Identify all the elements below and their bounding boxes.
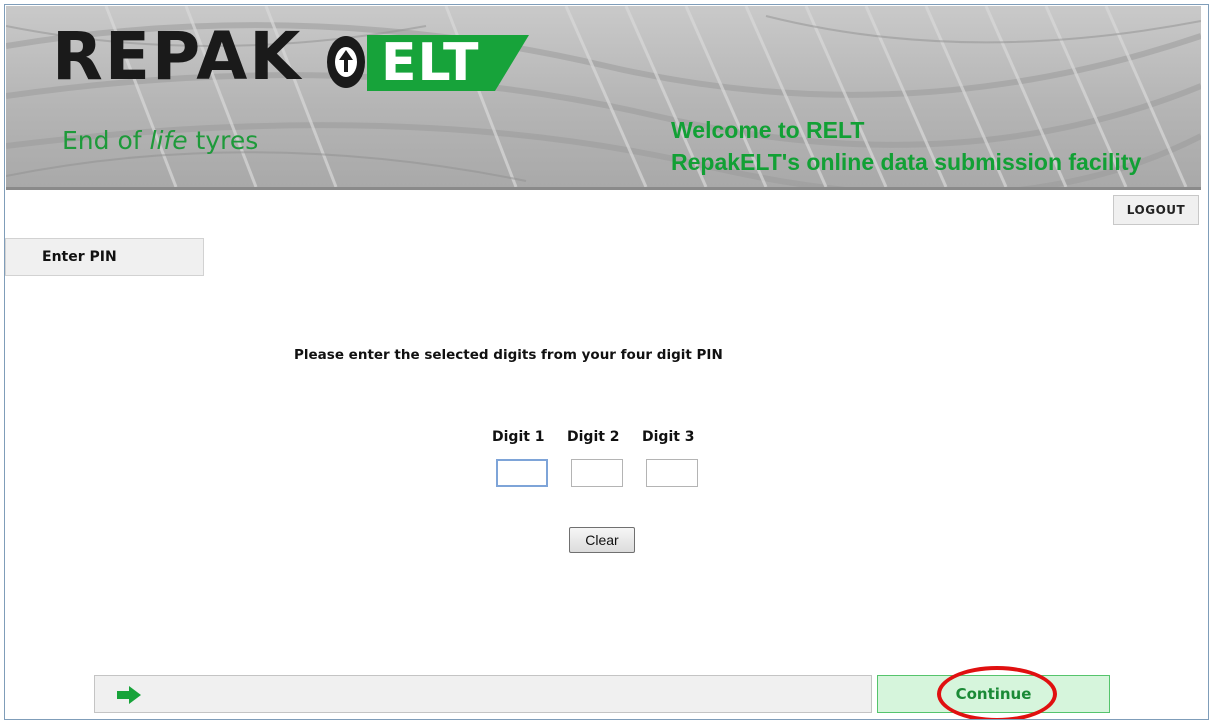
digit-3-label: Digit 3 bbox=[642, 429, 695, 445]
header-banner: REPAK ELT End of life tyres Welcome to R… bbox=[6, 6, 1201, 190]
pin-instruction: Please enter the selected digits from yo… bbox=[294, 347, 723, 363]
welcome-subtitle: RepakELT's online data submission facili… bbox=[671, 149, 1142, 175]
continue-button[interactable]: Continue bbox=[877, 675, 1110, 713]
app-window: REPAK ELT End of life tyres Welcome to R… bbox=[4, 4, 1209, 720]
tagline-emphasis: life bbox=[149, 126, 188, 155]
tagline-end: tyres bbox=[187, 126, 259, 155]
welcome-message: Welcome to RELT RepakELT's online data s… bbox=[671, 114, 1141, 178]
tyre-logo-icon bbox=[327, 36, 365, 88]
tagline-start: End of bbox=[62, 126, 150, 155]
logout-button[interactable]: LOGOUT bbox=[1113, 195, 1199, 225]
digit-2-input[interactable] bbox=[571, 459, 623, 487]
tagline: End of life tyres bbox=[62, 126, 258, 155]
footer-status-bar bbox=[94, 675, 872, 713]
digit-1-label: Digit 1 bbox=[492, 429, 545, 445]
digit-1-input[interactable] bbox=[496, 459, 548, 487]
logo-elt-text: ELT bbox=[381, 33, 480, 93]
welcome-title: Welcome to RELT bbox=[671, 117, 865, 143]
clear-button[interactable]: Clear bbox=[569, 527, 635, 553]
logo-elt-badge: ELT bbox=[367, 35, 529, 91]
right-arrow-icon bbox=[117, 686, 141, 704]
digit-3-input[interactable] bbox=[646, 459, 698, 487]
digit-2-label: Digit 2 bbox=[567, 429, 620, 445]
logo-wordmark: REPAK bbox=[52, 18, 303, 95]
tab-enter-pin[interactable]: Enter PIN bbox=[5, 238, 204, 276]
